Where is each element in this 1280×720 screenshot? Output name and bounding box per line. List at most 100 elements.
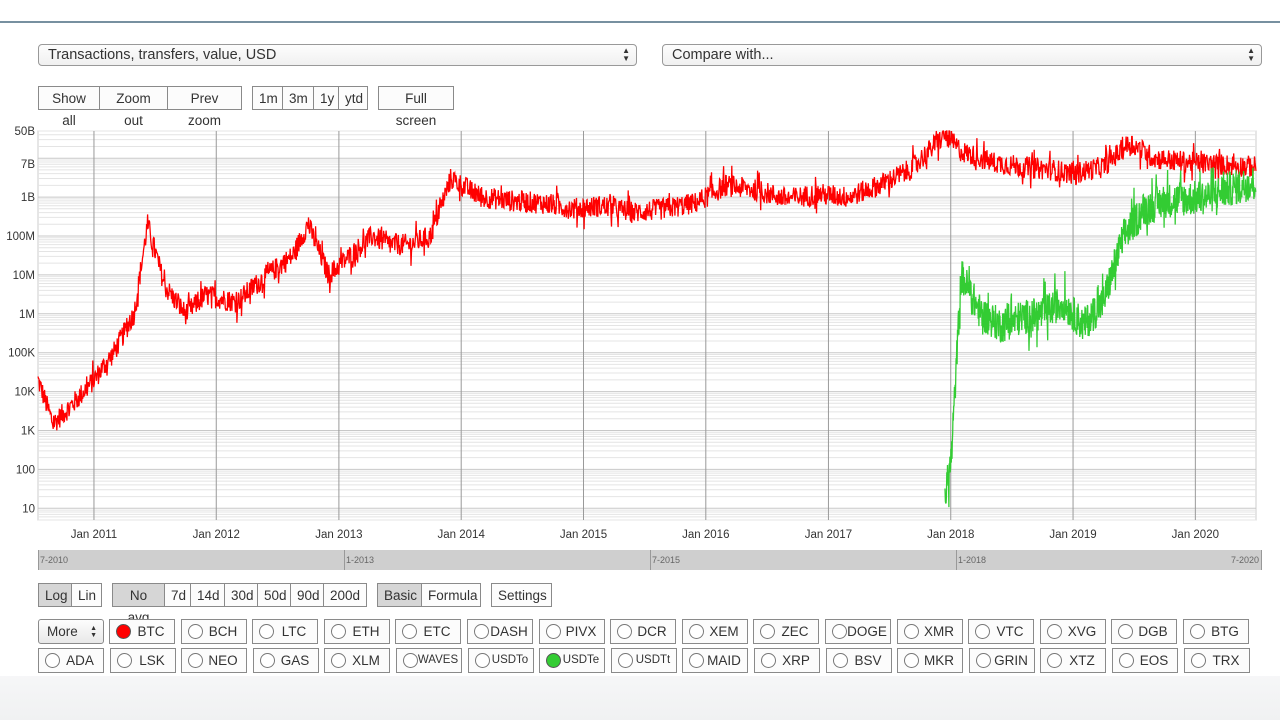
coin-label: ETC xyxy=(423,624,451,639)
navigator-tick xyxy=(650,550,651,570)
coin-label: DOGE xyxy=(847,624,887,639)
series-line-usdte xyxy=(944,167,1257,508)
range-navigator[interactable]: 7-2010 1-2013 7-2015 1-2018 7-2020 xyxy=(38,550,1262,570)
bottom-fade xyxy=(0,676,1280,720)
x-tick-label: Jan 2018 xyxy=(927,529,974,541)
coin-label: ZEC xyxy=(781,624,809,639)
coin-toggle-zec[interactable]: ZEC xyxy=(753,619,819,644)
avg-30d-button[interactable]: 30d xyxy=(224,583,258,607)
coin-label: VTC xyxy=(996,624,1024,639)
navigator-label: 1-2018 xyxy=(958,555,987,565)
coin-toggle-eth[interactable]: ETH xyxy=(324,619,390,644)
coin-label: BCH xyxy=(208,624,238,639)
coin-label: DASH xyxy=(490,624,528,639)
coin-toggle-dgb[interactable]: DGB xyxy=(1111,619,1177,644)
coin-toggle-trx[interactable]: TRX xyxy=(1184,648,1250,673)
lin-scale-button[interactable]: Lin xyxy=(71,583,102,607)
coin-toggle-waves[interactable]: WAVES xyxy=(396,648,462,673)
coin-toggle-lsk[interactable]: LSK xyxy=(110,648,176,673)
avg-50d-button[interactable]: 50d xyxy=(257,583,291,607)
coin-label: EOS xyxy=(1139,653,1169,668)
coin-toggle-ada[interactable]: ADA xyxy=(38,648,104,673)
avg-90d-button[interactable]: 90d xyxy=(290,583,324,607)
navigator-tick xyxy=(344,550,345,570)
y-tick-label: 100M xyxy=(6,231,35,243)
coin-toggle-xmr[interactable]: XMR xyxy=(897,619,963,644)
navigator-label: 7-2010 xyxy=(40,555,69,565)
coin-toggle-etc[interactable]: ETC xyxy=(395,619,461,644)
y-tick-label: 10K xyxy=(15,387,36,399)
avg-14d-button[interactable]: 14d xyxy=(190,583,225,607)
more-select-label: More xyxy=(47,624,78,639)
coin-label: USDTe xyxy=(562,654,600,666)
avg-7d-button[interactable]: 7d xyxy=(164,583,191,607)
coin-toggle-vtc[interactable]: VTC xyxy=(968,619,1034,644)
x-tick-label: Jan 2014 xyxy=(438,529,486,541)
coin-label: XEM xyxy=(709,624,739,639)
coin-label: XRP xyxy=(782,653,810,668)
y-tick-label: 10 xyxy=(22,503,35,515)
coin-toggle-eos[interactable]: EOS xyxy=(1112,648,1178,673)
coin-toggle-xrp[interactable]: XRP xyxy=(754,648,820,673)
more-select[interactable]: More ▲ ▼ xyxy=(38,619,104,644)
basic-mode-button[interactable]: Basic xyxy=(377,583,422,607)
coin-label: DGB xyxy=(1138,624,1168,639)
y-tick-label: 10M xyxy=(13,270,35,282)
coin-toggle-neo[interactable]: NEO xyxy=(181,648,247,673)
navigator-label: 7-2015 xyxy=(652,555,681,565)
y-tick-label: 1B xyxy=(21,192,35,204)
coin-label: ADA xyxy=(66,653,94,668)
coin-toggle-btg[interactable]: BTG xyxy=(1183,619,1249,644)
coin-label: XLM xyxy=(352,653,380,668)
y-tick-label: 1K xyxy=(21,425,35,437)
coin-label: BTC xyxy=(137,624,165,639)
navigator-label: 7-2020 xyxy=(1231,555,1260,565)
avg-none-button[interactable]: No avg xyxy=(112,583,165,625)
coin-label: NEO xyxy=(208,653,238,668)
coin-toggle-doge[interactable]: DOGE xyxy=(825,619,891,644)
navigator-tick xyxy=(1261,550,1262,570)
coin-label: WAVES xyxy=(417,654,459,666)
coin-toggle-gas[interactable]: GAS xyxy=(253,648,319,673)
coin-toggle-dash[interactable]: DASH xyxy=(467,619,533,644)
coin-toggle-usdte[interactable]: USDTe xyxy=(539,648,605,673)
coin-label: BSV xyxy=(854,653,882,668)
coin-toggle-ltc[interactable]: LTC xyxy=(252,619,318,644)
coin-toggle-maid[interactable]: MAID xyxy=(682,648,748,673)
coin-label: XMR xyxy=(924,624,954,639)
select-arrows-icon: ▲ ▼ xyxy=(90,625,97,639)
coin-toggle-pivx[interactable]: PIVX xyxy=(539,619,605,644)
main-chart[interactable]: 101001K10K100K1M10M100M1B7B50B Jan 2011 J… xyxy=(0,0,1280,550)
coin-toggle-xvg[interactable]: XVG xyxy=(1040,619,1106,644)
settings-button[interactable]: Settings xyxy=(491,583,552,607)
coin-label: MAID xyxy=(707,653,741,668)
coin-toggle-grin[interactable]: GRIN xyxy=(969,648,1035,673)
coin-toggle-dcr[interactable]: DCR xyxy=(610,619,676,644)
coin-toggle-btc[interactable]: BTC xyxy=(109,619,175,644)
coin-label: ETH xyxy=(352,624,380,639)
coin-label: GAS xyxy=(280,653,310,668)
avg-200d-button[interactable]: 200d xyxy=(323,583,367,607)
coin-toggle-xlm[interactable]: XLM xyxy=(324,648,390,673)
coin-toggle-usdto[interactable]: USDTo xyxy=(468,648,534,673)
coin-label: TRX xyxy=(1212,653,1240,668)
coin-label: MKR xyxy=(924,653,954,668)
x-tick-label: Jan 2017 xyxy=(805,529,852,541)
coin-toggle-usdtt[interactable]: USDTt xyxy=(611,648,677,673)
coin-toggle-xtz[interactable]: XTZ xyxy=(1040,648,1106,673)
formula-mode-button[interactable]: Formula xyxy=(421,583,481,607)
coin-label: LTC xyxy=(281,624,307,639)
x-tick-label: Jan 2020 xyxy=(1172,529,1219,541)
coin-label: XVG xyxy=(1067,624,1097,639)
coin-toggle-xem[interactable]: XEM xyxy=(682,619,748,644)
coin-label: DCR xyxy=(637,624,667,639)
log-scale-button[interactable]: Log xyxy=(38,583,72,607)
y-tick-label: 100 xyxy=(16,464,35,476)
navigator-label: 1-2013 xyxy=(346,555,375,565)
navigator-tick xyxy=(956,550,957,570)
coin-toggle-bch[interactable]: BCH xyxy=(181,619,247,644)
coin-toggle-mkr[interactable]: MKR xyxy=(897,648,963,673)
coin-toggle-bsv[interactable]: BSV xyxy=(826,648,892,673)
x-tick-label: Jan 2012 xyxy=(193,529,240,541)
coin-label: XTZ xyxy=(1069,653,1095,668)
